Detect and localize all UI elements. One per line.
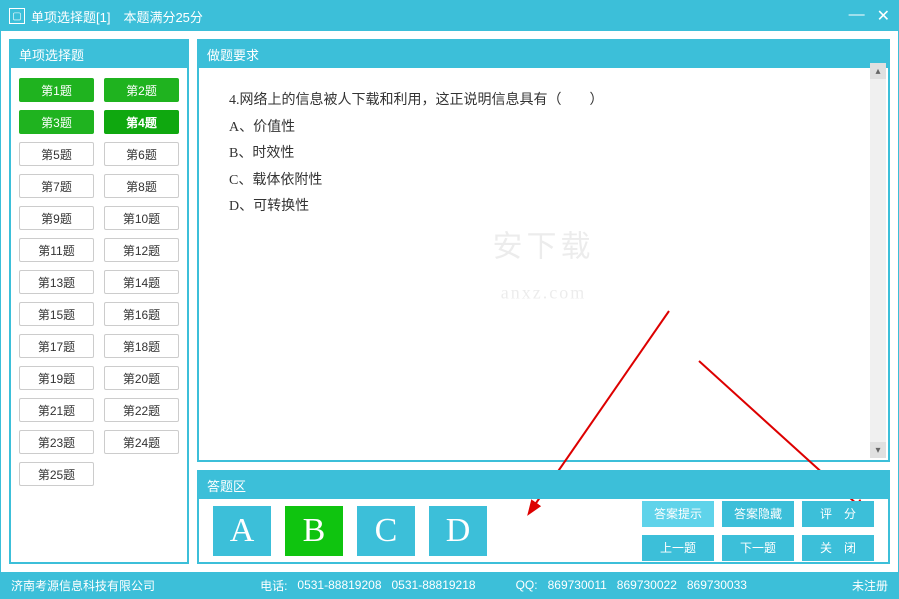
minimize-button[interactable]: —: [849, 6, 865, 26]
question-nav-4[interactable]: 第4题: [104, 110, 179, 134]
choice-row: ABCD: [213, 506, 487, 556]
scroll-down-icon[interactable]: ▾: [870, 442, 886, 458]
question-nav-11[interactable]: 第11题: [19, 238, 94, 262]
question-panel-header: 做题要求: [199, 41, 888, 68]
app-icon: ▢: [9, 8, 25, 24]
close-button[interactable]: 关 闭: [802, 535, 874, 561]
question-option-c: C、载体依附性: [229, 168, 858, 195]
choice-b[interactable]: B: [285, 506, 343, 556]
watermark: 安下载 anxz.com: [493, 218, 595, 309]
score-button[interactable]: 评 分: [802, 501, 874, 527]
question-nav-14[interactable]: 第14题: [104, 270, 179, 294]
question-nav-10[interactable]: 第10题: [104, 206, 179, 230]
window-title: 单项选择题[1] 本题满分25分: [31, 7, 849, 26]
question-option-a: A、价值性: [229, 115, 858, 142]
question-nav-5[interactable]: 第5题: [19, 142, 94, 166]
window-controls: — ✕: [849, 6, 890, 26]
question-option-b: B、时效性: [229, 141, 858, 168]
choice-a[interactable]: A: [213, 506, 271, 556]
question-body: 4.网络上的信息被人下载和利用，这正说明信息具有（ ） A、价值性 B、时效性 …: [199, 68, 888, 460]
question-nav-13[interactable]: 第13题: [19, 270, 94, 294]
app-window: ▢ 单项选择题[1] 本题满分25分 — ✕ 单项选择题 第1题第2题第3题第4…: [0, 0, 899, 599]
status-phone1: 0531-88819208: [297, 578, 381, 592]
question-nav-21[interactable]: 第21题: [19, 398, 94, 422]
sidebar-body: 第1题第2题第3题第4题第5题第6题第7题第8题第9题第10题第11题第12题第…: [11, 68, 187, 562]
choice-c[interactable]: C: [357, 506, 415, 556]
scrollbar[interactable]: ▴ ▾: [870, 63, 886, 458]
hide-answer-button[interactable]: 答案隐藏: [722, 501, 794, 527]
question-panel: 做题要求 4.网络上的信息被人下载和利用，这正说明信息具有（ ） A、价值性 B…: [197, 39, 890, 462]
content-area: 做题要求 4.网络上的信息被人下载和利用，这正说明信息具有（ ） A、价值性 B…: [197, 39, 890, 564]
question-nav-24[interactable]: 第24题: [104, 430, 179, 454]
question-sidebar: 单项选择题 第1题第2题第3题第4题第5题第6题第7题第8题第9题第10题第11…: [9, 39, 189, 564]
prev-question-button[interactable]: 上一题: [642, 535, 714, 561]
status-qq3: 869730033: [687, 578, 747, 592]
choice-d[interactable]: D: [429, 506, 487, 556]
question-option-d: D、可转换性: [229, 194, 858, 221]
question-nav-3[interactable]: 第3题: [19, 110, 94, 134]
watermark-text-top: 安下载: [493, 218, 595, 275]
question-nav-20[interactable]: 第20题: [104, 366, 179, 390]
status-qq1: 869730011: [548, 578, 607, 592]
question-nav-1[interactable]: 第1题: [19, 78, 94, 102]
status-register: 未注册: [852, 577, 888, 594]
question-nav-25[interactable]: 第25题: [19, 462, 94, 486]
scroll-up-icon[interactable]: ▴: [870, 63, 886, 79]
action-area: 答案提示 答案隐藏 评 分 上一题 下一题 关 闭: [642, 501, 874, 561]
question-nav-6[interactable]: 第6题: [104, 142, 179, 166]
watermark-text-bottom: anxz.com: [493, 275, 595, 309]
status-phone-label: 电话:: [260, 577, 287, 594]
main-area: 单项选择题 第1题第2题第3题第4题第5题第6题第7题第8题第9题第10题第11…: [1, 31, 898, 572]
question-nav-18[interactable]: 第18题: [104, 334, 179, 358]
status-qq-label: QQ:: [516, 578, 538, 592]
question-nav-16[interactable]: 第16题: [104, 302, 179, 326]
sidebar-header: 单项选择题: [11, 41, 187, 68]
show-answer-button[interactable]: 答案提示: [642, 501, 714, 527]
status-company: 济南考源信息科技有限公司: [11, 577, 155, 594]
question-nav-8[interactable]: 第8题: [104, 174, 179, 198]
question-nav-12[interactable]: 第12题: [104, 238, 179, 262]
question-nav-15[interactable]: 第15题: [19, 302, 94, 326]
close-window-button[interactable]: ✕: [877, 6, 890, 26]
question-nav-2[interactable]: 第2题: [104, 78, 179, 102]
question-nav-9[interactable]: 第9题: [19, 206, 94, 230]
question-nav-23[interactable]: 第23题: [19, 430, 94, 454]
next-question-button[interactable]: 下一题: [722, 535, 794, 561]
question-stem: 4.网络上的信息被人下载和利用，这正说明信息具有（ ）: [229, 88, 858, 115]
question-grid: 第1题第2题第3题第4题第5题第6题第7题第8题第9题第10题第11题第12题第…: [19, 78, 179, 486]
question-nav-22[interactable]: 第22题: [104, 398, 179, 422]
statusbar: 济南考源信息科技有限公司 电话: 0531-88819208 0531-8881…: [1, 572, 898, 598]
answer-body: ABCD 答案提示 答案隐藏 评 分 上一题 下一题 关 闭: [199, 499, 888, 562]
question-nav-17[interactable]: 第17题: [19, 334, 94, 358]
answer-panel-header: 答题区: [199, 472, 888, 499]
status-qq2: 869730022: [617, 578, 677, 592]
question-nav-19[interactable]: 第19题: [19, 366, 94, 390]
titlebar: ▢ 单项选择题[1] 本题满分25分 — ✕: [1, 1, 898, 31]
answer-panel: 答题区 ABCD 答案提示 答案隐藏 评 分 上一题 下一题 关 闭: [197, 470, 890, 564]
status-phone2: 0531-88819218: [392, 578, 476, 592]
question-nav-7[interactable]: 第7题: [19, 174, 94, 198]
